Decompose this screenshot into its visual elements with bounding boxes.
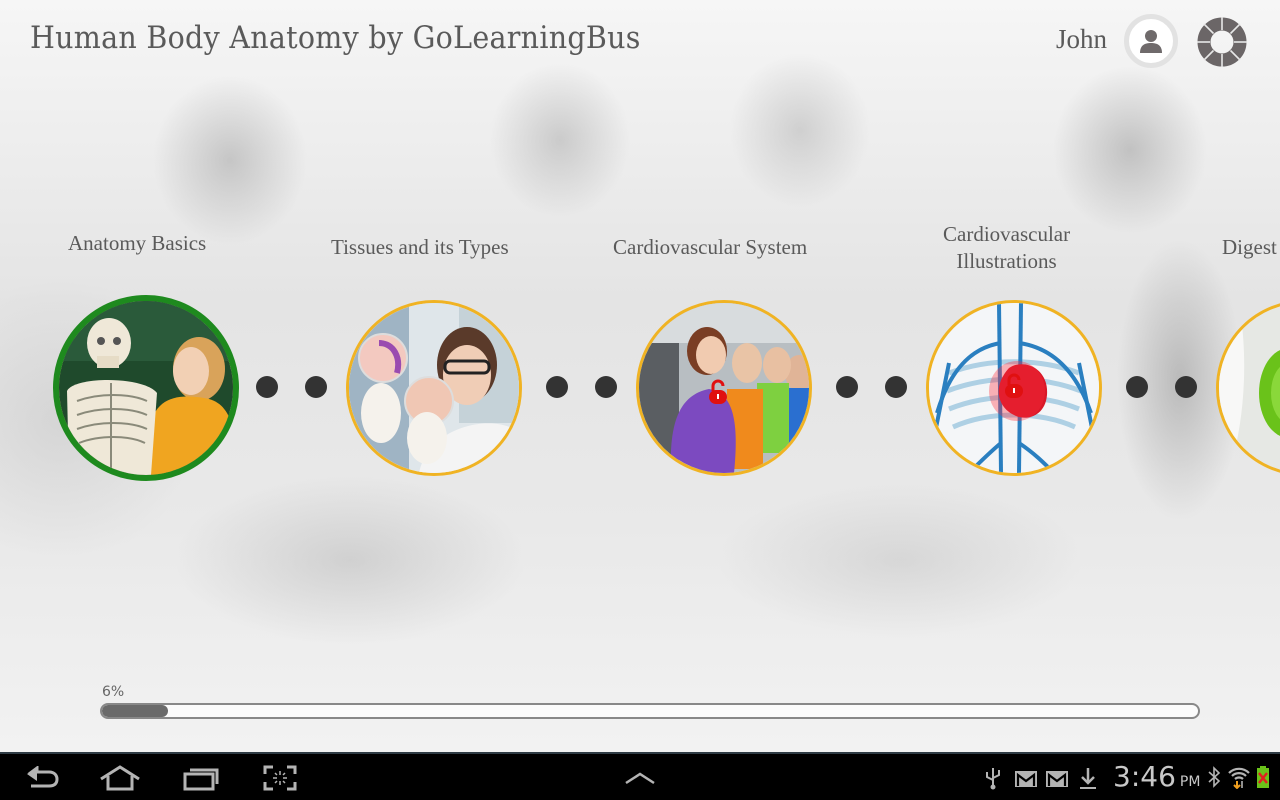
red-padlock-icon	[709, 379, 727, 404]
topic-cardiovascular-system[interactable]	[636, 300, 812, 476]
topic-label-line1: Cardiovascular	[943, 222, 1071, 246]
usb-icon	[986, 768, 1000, 790]
path-dot	[1126, 376, 1148, 398]
progress-fill	[102, 705, 168, 717]
app-title: Human Body Anatomy by GoLearningBus	[30, 20, 641, 56]
path-dot	[595, 376, 617, 398]
topic-label-tissues: Tissues and its Types	[331, 235, 509, 259]
topic-cardiovascular-illustrations[interactable]	[926, 300, 1102, 476]
download-icon	[1080, 768, 1096, 789]
user-silhouette-icon	[1140, 30, 1162, 53]
red-padlock-icon	[1005, 373, 1023, 398]
system-navigation-bar: 3:46 PM	[0, 752, 1280, 800]
gmail-icon	[1046, 771, 1068, 787]
progress-percent-label: 6%	[102, 684, 125, 700]
status-clock: 3:46 PM	[1113, 760, 1200, 793]
topic-label-cardiovascular-illustrations: Cardiovascular Illustrations	[943, 221, 1070, 275]
path-dot	[256, 376, 278, 398]
path-dot	[885, 376, 907, 398]
topic-label-anatomy-basics: Anatomy Basics	[68, 231, 207, 255]
settings-ring-icon[interactable]	[1197, 17, 1247, 67]
clock-time: 3:46	[1113, 760, 1176, 793]
home-icon	[100, 765, 140, 791]
wifi-icon	[1228, 767, 1250, 789]
back-arrow-icon	[27, 766, 59, 788]
clock-ampm: PM	[1179, 774, 1201, 790]
topic-tissues-and-types[interactable]	[346, 300, 522, 476]
progress-bar	[100, 703, 1200, 719]
bluetooth-icon	[1208, 766, 1221, 788]
skeleton-and-student-image	[59, 301, 233, 475]
battery-charging-icon	[1257, 766, 1269, 788]
screenshot-icon	[263, 765, 297, 791]
menu-button[interactable]	[622, 762, 658, 794]
back-button[interactable]	[22, 762, 62, 794]
topic-anatomy-basics[interactable]	[53, 295, 239, 481]
path-dot	[305, 376, 327, 398]
home-button[interactable]	[98, 762, 142, 794]
screenshot-button[interactable]	[262, 762, 298, 794]
path-dot	[836, 376, 858, 398]
user-name[interactable]: John	[1056, 24, 1107, 55]
topic-label-line2: Illustrations	[956, 249, 1057, 273]
path-dot	[546, 376, 568, 398]
recent-apps-icon	[183, 768, 219, 791]
gmail-icon	[1015, 771, 1037, 787]
path-dot	[1175, 376, 1197, 398]
scientist-petri-dish-image	[349, 303, 519, 473]
recent-apps-button[interactable]	[182, 762, 220, 794]
chevron-up-icon	[625, 772, 655, 785]
topic-label-digestive: Digest	[1222, 235, 1277, 259]
topic-label-cardiovascular-system: Cardiovascular System	[613, 235, 808, 259]
profile-button[interactable]	[1124, 14, 1178, 68]
